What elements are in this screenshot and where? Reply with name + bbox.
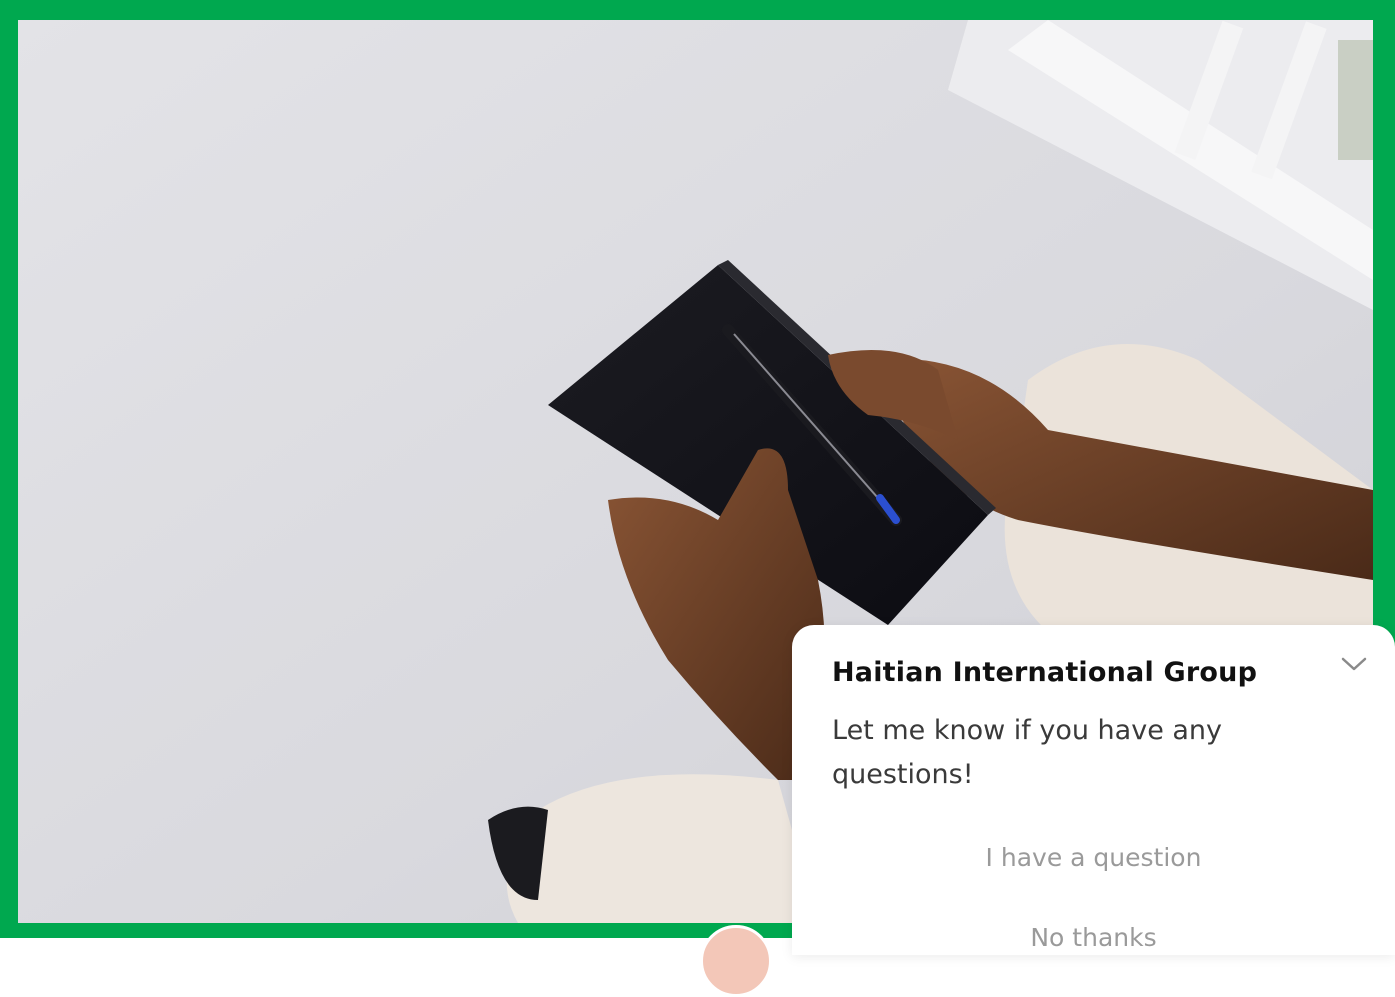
chat-popup: Haitian International Group Let me know … xyxy=(792,625,1395,955)
chat-launcher-avatar[interactable] xyxy=(700,925,772,997)
chat-company-name: Haitian International Group xyxy=(832,657,1258,688)
chat-collapse-button[interactable] xyxy=(1340,653,1368,675)
have-question-button[interactable]: I have a question xyxy=(792,843,1395,872)
chevron-down-icon xyxy=(1341,657,1367,671)
chat-message: Let me know if you have any questions! xyxy=(832,715,1223,790)
